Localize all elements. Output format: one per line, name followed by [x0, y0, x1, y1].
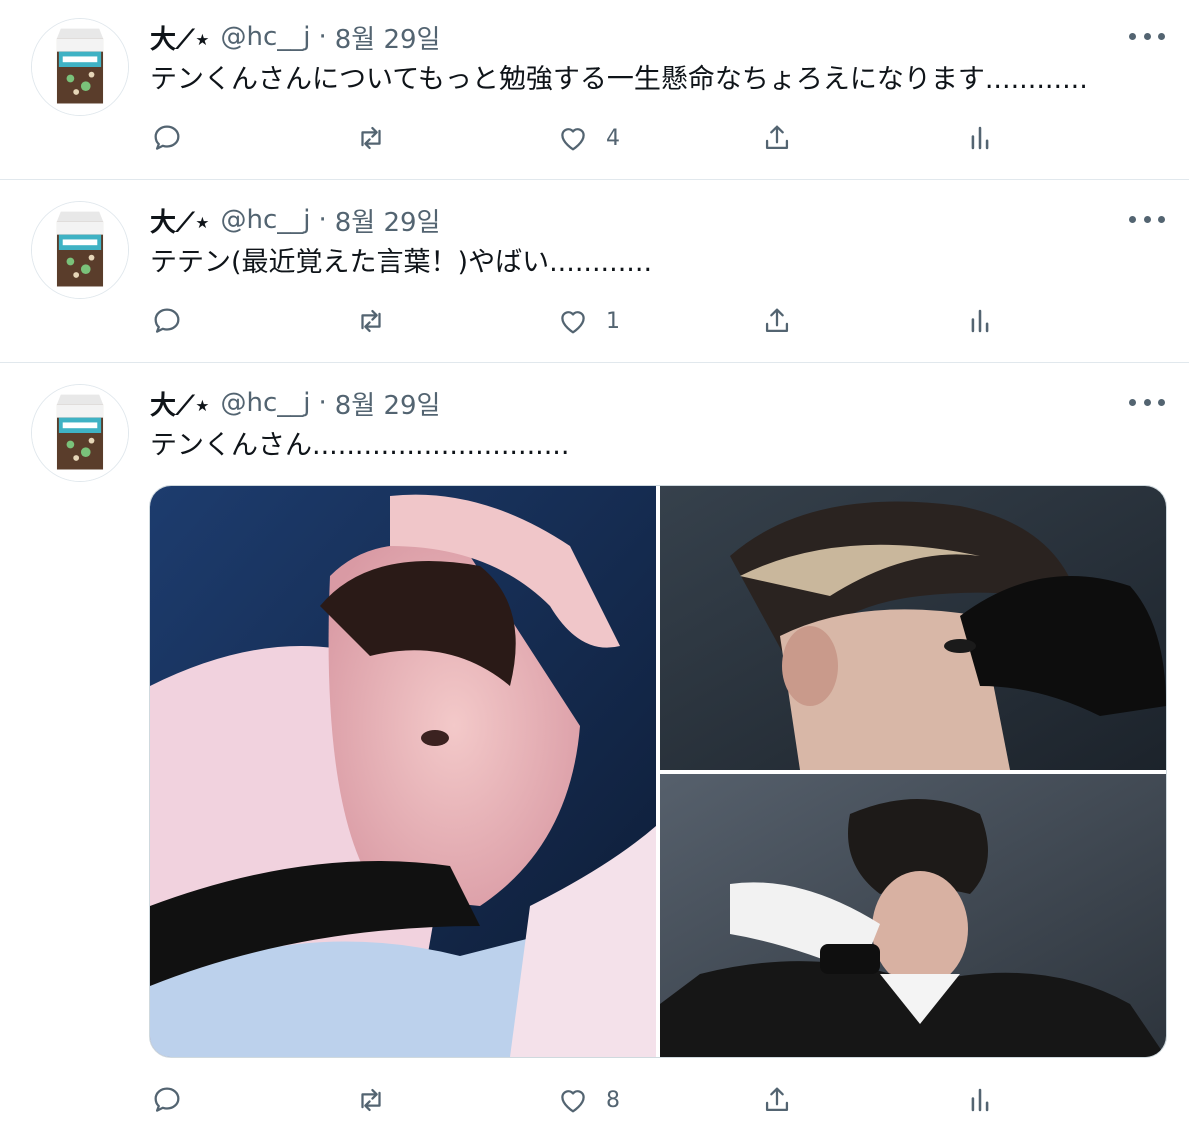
tweet-actions: 4: [150, 118, 1050, 158]
more-icon[interactable]: [1129, 209, 1165, 229]
analytics-icon: [971, 309, 989, 333]
share-icon: [765, 125, 789, 150]
tweet-media-grid: [149, 485, 1167, 1058]
retweet-button[interactable]: [354, 301, 388, 341]
retweet-icon: [361, 1088, 381, 1112]
photo-black-gloves[interactable]: [660, 486, 1166, 770]
photo-pink-portrait[interactable]: [150, 486, 656, 1057]
tweet-header: 大⟋⋆ @hc__j · 8월 29일: [150, 385, 441, 422]
share-button[interactable]: [760, 1080, 794, 1120]
timestamp[interactable]: 8월 29일: [335, 19, 441, 56]
reply-icon: [154, 125, 180, 150]
tweet-actions: 8: [150, 1080, 1050, 1120]
share-icon: [765, 1087, 789, 1112]
retweet-button[interactable]: [354, 118, 388, 158]
separator-dot: ·: [318, 205, 327, 235]
tweet-actions: 1: [150, 301, 1050, 341]
analytics-button[interactable]: [963, 301, 997, 341]
separator-dot: ·: [318, 388, 327, 418]
avatar[interactable]: [31, 18, 129, 116]
share-button[interactable]: [760, 118, 794, 158]
retweet-button[interactable]: [354, 1080, 388, 1120]
user-handle[interactable]: @hc__j: [220, 388, 310, 418]
retweet-icon: [361, 126, 381, 150]
like-count: 4: [606, 125, 620, 151]
like-count: 1: [606, 308, 620, 334]
tweet-header: 大⟋⋆ @hc__j · 8월 29일: [150, 202, 441, 239]
like-button[interactable]: 1: [556, 301, 620, 341]
reply-icon: [154, 308, 180, 333]
milk-carton-avatar-image: [32, 19, 128, 115]
heart-icon: [561, 1090, 585, 1113]
analytics-button[interactable]: [963, 118, 997, 158]
like-count: 8: [606, 1087, 620, 1113]
tweet-text: テンくんさんについてもっと勉強する一生懸命なちょろえになります.........…: [150, 64, 1088, 95]
milk-carton-avatar-image: [32, 202, 128, 298]
like-button[interactable]: 8: [556, 1080, 620, 1120]
milk-carton-avatar-image: [32, 385, 128, 481]
user-handle[interactable]: @hc__j: [220, 22, 310, 52]
heart-icon: [561, 128, 585, 151]
analytics-button[interactable]: [963, 1080, 997, 1120]
more-icon[interactable]: [1129, 392, 1165, 412]
analytics-icon: [971, 126, 989, 150]
reply-button[interactable]: [150, 1080, 184, 1120]
tweet-text: テンくんさん..............................: [150, 430, 570, 461]
tweet[interactable]: 大⟋⋆ @hc__j · 8월 29일 テンくんさんについてもっと勉強する一生懸…: [0, 0, 1189, 180]
display-name[interactable]: 大⟋⋆: [150, 202, 210, 239]
display-name[interactable]: 大⟋⋆: [150, 385, 210, 422]
photo-pink-portrait-image: [150, 486, 656, 1057]
avatar[interactable]: [31, 384, 129, 482]
retweet-icon: [361, 309, 381, 333]
heart-icon: [561, 311, 585, 334]
analytics-icon: [971, 1088, 989, 1112]
user-handle[interactable]: @hc__j: [220, 205, 310, 235]
photo-suit-portrait[interactable]: [660, 774, 1166, 1057]
reply-button[interactable]: [150, 118, 184, 158]
reply-icon: [154, 1087, 180, 1112]
like-button[interactable]: 4: [556, 118, 620, 158]
display-name[interactable]: 大⟋⋆: [150, 19, 210, 56]
more-icon[interactable]: [1129, 26, 1165, 46]
share-button[interactable]: [760, 301, 794, 341]
tweet-text: テテン(最近覚えた言葉！)やばい............: [150, 247, 653, 278]
avatar[interactable]: [31, 201, 129, 299]
tweet[interactable]: 大⟋⋆ @hc__j · 8월 29일 テテン(最近覚えた言葉！)やばい....…: [0, 181, 1189, 363]
reply-button[interactable]: [150, 301, 184, 341]
tweet-header: 大⟋⋆ @hc__j · 8월 29일: [150, 19, 441, 56]
photo-black-gloves-image: [660, 486, 1166, 770]
timestamp[interactable]: 8월 29일: [335, 202, 441, 239]
separator-dot: ·: [318, 22, 327, 52]
share-icon: [765, 308, 789, 333]
timestamp[interactable]: 8월 29일: [335, 385, 441, 422]
photo-suit-portrait-image: [660, 774, 1166, 1057]
